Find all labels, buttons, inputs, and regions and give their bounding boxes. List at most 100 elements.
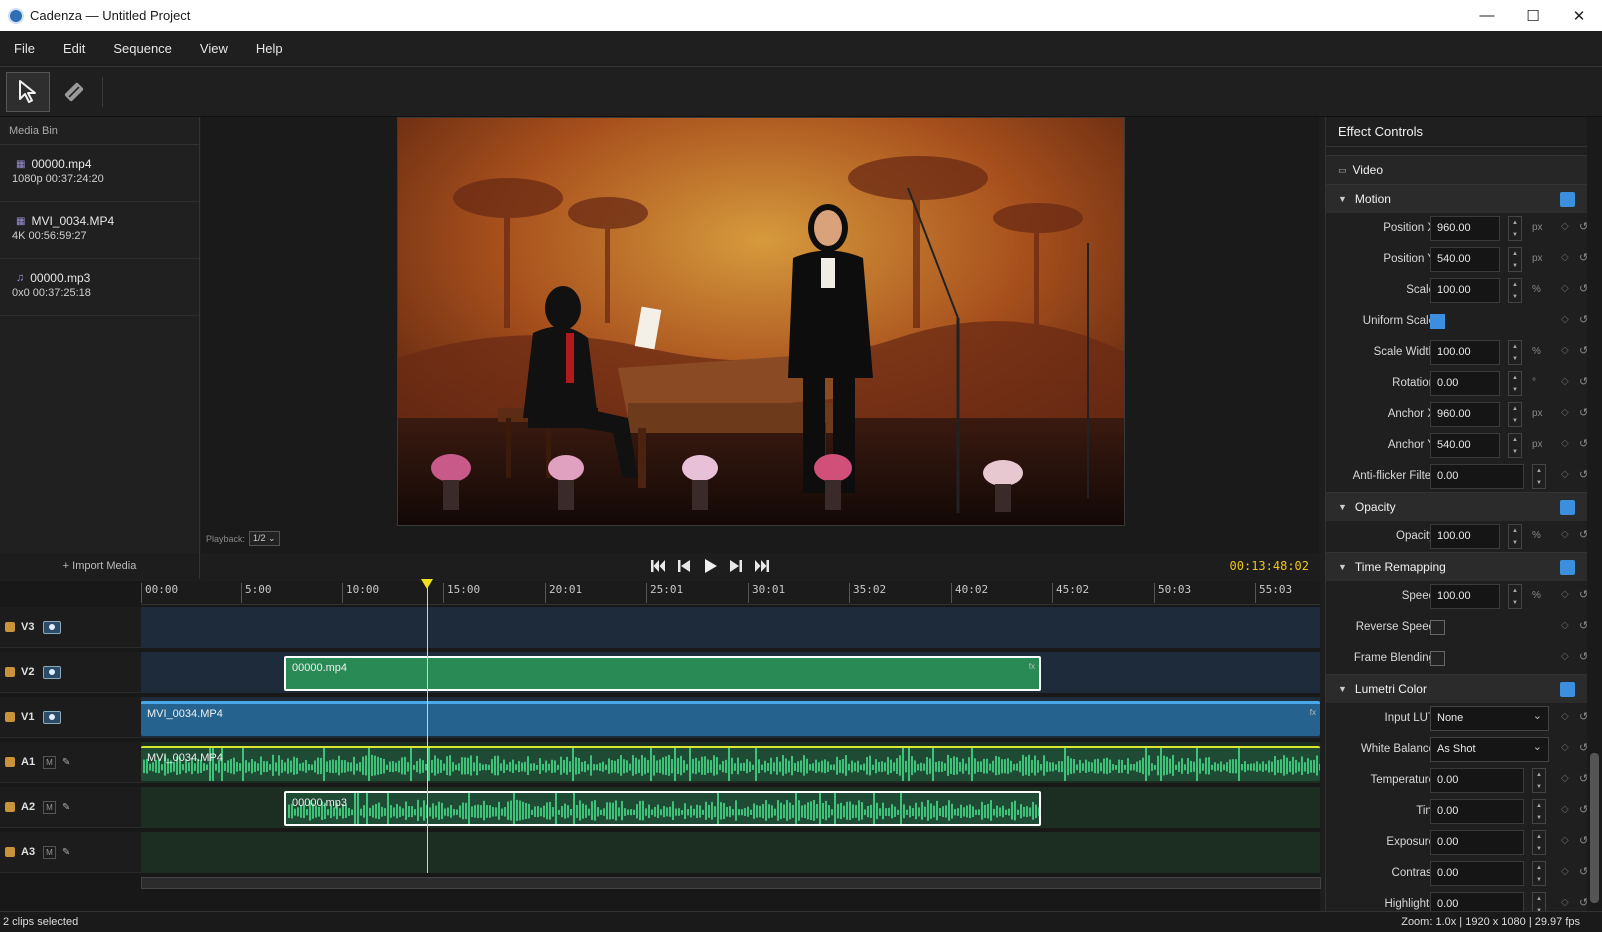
reset-icon[interactable]: ↺ bbox=[1579, 741, 1587, 754]
eye-icon[interactable] bbox=[43, 665, 61, 679]
keyframe-icon[interactable]: ◇ bbox=[1561, 866, 1569, 877]
keyframe-icon[interactable]: ◇ bbox=[1561, 283, 1569, 294]
timeline-scrollbar[interactable] bbox=[141, 877, 1321, 889]
spinner-arrows-icon[interactable]: ▲ ▼ bbox=[1532, 892, 1546, 911]
property-value-input[interactable]: 0.00 bbox=[1430, 892, 1524, 911]
reset-icon[interactable]: ↺ bbox=[1579, 772, 1587, 785]
close-icon[interactable]: ✕ bbox=[1556, 0, 1602, 31]
property-value-input[interactable]: 100.00 bbox=[1430, 524, 1500, 549]
media-item[interactable]: ▦ MVI_0034.MP4 4K 00:56:59:27 bbox=[0, 202, 199, 259]
eye-icon[interactable] bbox=[43, 710, 61, 724]
spinner-arrows-icon[interactable]: ▲ ▼ bbox=[1532, 464, 1546, 489]
property-value-input[interactable]: 0.00 bbox=[1430, 768, 1524, 793]
reset-icon[interactable]: ↺ bbox=[1579, 344, 1587, 357]
keyframe-icon[interactable]: ◇ bbox=[1561, 589, 1569, 600]
pen-icon[interactable]: ✎ bbox=[62, 802, 70, 813]
media-item[interactable]: ♫ 00000.mp3 0x0 00:37:25:18 bbox=[0, 259, 199, 316]
property-value-input[interactable]: 540.00 bbox=[1430, 433, 1500, 458]
time-remapping-section-header[interactable]: ▼ Time Remapping bbox=[1326, 552, 1587, 581]
lock-icon[interactable] bbox=[5, 622, 15, 632]
spinner-arrows-icon[interactable]: ▲ ▼ bbox=[1508, 216, 1522, 241]
property-value-input[interactable]: 0.00 bbox=[1430, 799, 1524, 824]
razor-tool-button[interactable] bbox=[52, 72, 96, 112]
spinner-arrows-icon[interactable]: ▲ ▼ bbox=[1508, 340, 1522, 365]
audio-clip[interactable]: MVI_0034.MP4 bbox=[141, 746, 1320, 781]
effect-enable-toggle[interactable] bbox=[1560, 192, 1575, 207]
property-value-input[interactable]: 960.00 bbox=[1430, 216, 1500, 241]
audio-clip[interactable]: 00000.mp3 bbox=[284, 791, 1041, 826]
lock-icon[interactable] bbox=[5, 667, 15, 677]
mute-button[interactable]: M bbox=[43, 800, 56, 814]
eye-icon[interactable] bbox=[43, 620, 61, 634]
keyframe-icon[interactable]: ◇ bbox=[1561, 711, 1569, 722]
property-checkbox[interactable] bbox=[1430, 651, 1445, 666]
effect-enable-toggle[interactable] bbox=[1560, 500, 1575, 515]
reset-icon[interactable]: ↺ bbox=[1579, 865, 1587, 878]
property-value-input[interactable]: 540.00 bbox=[1430, 247, 1500, 272]
mute-button[interactable]: M bbox=[43, 845, 56, 859]
scrollbar-thumb[interactable] bbox=[1590, 753, 1599, 903]
mute-button[interactable]: M bbox=[43, 755, 56, 769]
playback-resolution-select[interactable]: 1/2 ⌄ bbox=[249, 531, 280, 546]
reset-icon[interactable]: ↺ bbox=[1579, 619, 1587, 632]
keyframe-icon[interactable]: ◇ bbox=[1561, 773, 1569, 784]
track-lane[interactable] bbox=[141, 607, 1320, 648]
reset-icon[interactable]: ↺ bbox=[1579, 406, 1587, 419]
playhead[interactable] bbox=[421, 579, 433, 873]
keyframe-icon[interactable]: ◇ bbox=[1561, 407, 1569, 418]
spinner-arrows-icon[interactable]: ▲ ▼ bbox=[1532, 830, 1546, 855]
property-value-input[interactable]: 100.00 bbox=[1430, 340, 1500, 365]
menu-help[interactable]: Help bbox=[242, 41, 297, 56]
menu-sequence[interactable]: Sequence bbox=[99, 41, 186, 56]
step-back-icon[interactable] bbox=[675, 557, 693, 575]
effect-enable-toggle[interactable] bbox=[1560, 560, 1575, 575]
keyframe-icon[interactable]: ◇ bbox=[1561, 804, 1569, 815]
pen-icon[interactable]: ✎ bbox=[62, 847, 70, 858]
video-clip[interactable]: MVI_0034.MP4 fx bbox=[141, 701, 1320, 736]
opacity-section-header[interactable]: ▼ Opacity bbox=[1326, 492, 1587, 521]
spinner-arrows-icon[interactable]: ▲ ▼ bbox=[1532, 768, 1546, 793]
motion-section-header[interactable]: ▼ Motion bbox=[1326, 184, 1587, 213]
reset-icon[interactable]: ↺ bbox=[1579, 528, 1587, 541]
keyframe-icon[interactable]: ◇ bbox=[1561, 529, 1569, 540]
go-to-start-icon[interactable] bbox=[649, 557, 667, 575]
import-media-button[interactable]: + Import Media bbox=[0, 553, 200, 579]
keyframe-icon[interactable]: ◇ bbox=[1561, 651, 1569, 662]
track-lane[interactable]: 00000.mp4 fx bbox=[141, 652, 1320, 693]
keyframe-icon[interactable]: ◇ bbox=[1561, 742, 1569, 753]
keyframe-icon[interactable]: ◇ bbox=[1561, 252, 1569, 263]
playhead-handle[interactable] bbox=[421, 579, 433, 589]
reset-icon[interactable]: ↺ bbox=[1579, 896, 1587, 909]
spinner-arrows-icon[interactable]: ▲ ▼ bbox=[1508, 524, 1522, 549]
keyframe-icon[interactable]: ◇ bbox=[1561, 438, 1569, 449]
reset-icon[interactable]: ↺ bbox=[1579, 650, 1587, 663]
keyframe-icon[interactable]: ◇ bbox=[1561, 897, 1569, 908]
property-value-input[interactable]: 100.00 bbox=[1430, 278, 1500, 303]
menu-edit[interactable]: Edit bbox=[49, 41, 99, 56]
reset-icon[interactable]: ↺ bbox=[1579, 468, 1587, 481]
lock-icon[interactable] bbox=[5, 847, 15, 857]
keyframe-icon[interactable]: ◇ bbox=[1561, 221, 1569, 232]
reset-icon[interactable]: ↺ bbox=[1579, 437, 1587, 450]
collapse-triangle-icon[interactable]: ▼ bbox=[1338, 562, 1347, 572]
media-item[interactable]: ▦ 00000.mp4 1080p 00:37:24:20 bbox=[0, 145, 199, 202]
track-lane[interactable]: MVI_0034.MP4 bbox=[141, 742, 1320, 783]
keyframe-icon[interactable]: ◇ bbox=[1561, 314, 1569, 325]
keyframe-icon[interactable]: ◇ bbox=[1561, 345, 1569, 356]
reset-icon[interactable]: ↺ bbox=[1579, 220, 1587, 233]
property-checkbox[interactable] bbox=[1430, 620, 1445, 635]
property-value-input[interactable]: 100.00 bbox=[1430, 584, 1500, 609]
effect-enable-toggle[interactable] bbox=[1560, 682, 1575, 697]
spinner-arrows-icon[interactable]: ▲ ▼ bbox=[1508, 584, 1522, 609]
spinner-arrows-icon[interactable]: ▲ ▼ bbox=[1532, 799, 1546, 824]
maximize-icon[interactable]: ☐ bbox=[1510, 0, 1556, 31]
lock-icon[interactable] bbox=[5, 757, 15, 767]
keyframe-icon[interactable]: ◇ bbox=[1561, 620, 1569, 631]
minimize-icon[interactable]: — bbox=[1464, 0, 1510, 31]
spinner-arrows-icon[interactable]: ▲ ▼ bbox=[1508, 433, 1522, 458]
lock-icon[interactable] bbox=[5, 712, 15, 722]
play-icon[interactable] bbox=[701, 557, 719, 575]
reset-icon[interactable]: ↺ bbox=[1579, 313, 1587, 326]
reset-icon[interactable]: ↺ bbox=[1579, 282, 1587, 295]
step-forward-icon[interactable] bbox=[727, 557, 745, 575]
